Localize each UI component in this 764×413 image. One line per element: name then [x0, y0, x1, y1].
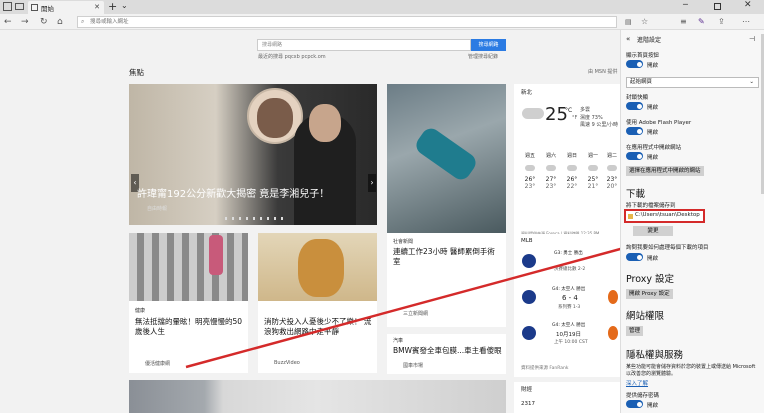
save-password-label: 提供儲存密碼	[626, 393, 660, 399]
flash-toggle[interactable]	[626, 127, 643, 135]
settings-title: 進階設定	[637, 37, 662, 44]
learn-more-link[interactable]: 深入了解	[626, 379, 648, 387]
toggle-state: 開啟	[647, 105, 659, 111]
save-password-toggle[interactable]	[626, 400, 643, 408]
home-button-label: 顯示首頁按鈕	[626, 53, 660, 59]
save-location-label: 將下載的檔案儲存到	[626, 203, 676, 209]
toggle-state: 開啟	[647, 63, 659, 69]
pin-icon[interactable]: ⊣	[749, 35, 755, 43]
proxy-heading: Proxy 設定	[626, 274, 675, 285]
chevron-down-icon: ⌄	[749, 79, 754, 85]
download-path-field[interactable]: C:\Users\tsuan\Desktop	[624, 209, 705, 223]
download-path: C:\Users\tsuan\Desktop	[635, 212, 700, 218]
toggle-state: 開啟	[647, 130, 659, 136]
back-icon[interactable]: «	[626, 35, 630, 43]
change-button[interactable]: 變更	[633, 226, 673, 236]
folder-icon	[628, 214, 633, 219]
open-in-app-toggle[interactable]	[626, 152, 643, 160]
download-heading: 下載	[626, 189, 646, 200]
home-page-value: 起始網頁	[630, 79, 653, 85]
open-in-app-label: 在應用程式中開啟網站	[626, 145, 682, 151]
home-button-toggle[interactable]	[626, 60, 643, 68]
toggle-state: 開啟	[647, 256, 659, 262]
toggle-state: 開啟	[647, 403, 659, 409]
flash-label: 使用 Adobe Flash Player	[626, 120, 692, 126]
popup-label: 封鎖快顯	[626, 95, 649, 101]
privacy-heading: 隱私權與服務	[626, 350, 684, 361]
proxy-button[interactable]: 開啟 Proxy 設定	[626, 289, 673, 299]
privacy-text: 某些功能可能會儲存資料於您的裝置上或傳送給 Microsoft 以改善您的瀏覽體…	[626, 364, 756, 377]
settings-panel: « 進階設定 ⊣ 顯示首頁按鈕 開啟 起始網頁 ⌄ 封鎖快顯 開啟 使用 Ado…	[620, 30, 764, 413]
choose-apps-button[interactable]: 選擇在應用程式中開啟的網站	[626, 166, 704, 176]
ask-download-label: 詢問我要如何處理每個下載的項目	[626, 245, 709, 251]
permissions-heading: 網站權限	[626, 311, 665, 322]
manage-button[interactable]: 管理	[626, 326, 644, 336]
ask-download-toggle[interactable]	[626, 253, 643, 261]
toggle-state: 開啟	[647, 155, 659, 161]
popup-toggle[interactable]	[626, 102, 643, 110]
home-page-select[interactable]: 起始網頁 ⌄	[626, 77, 759, 88]
